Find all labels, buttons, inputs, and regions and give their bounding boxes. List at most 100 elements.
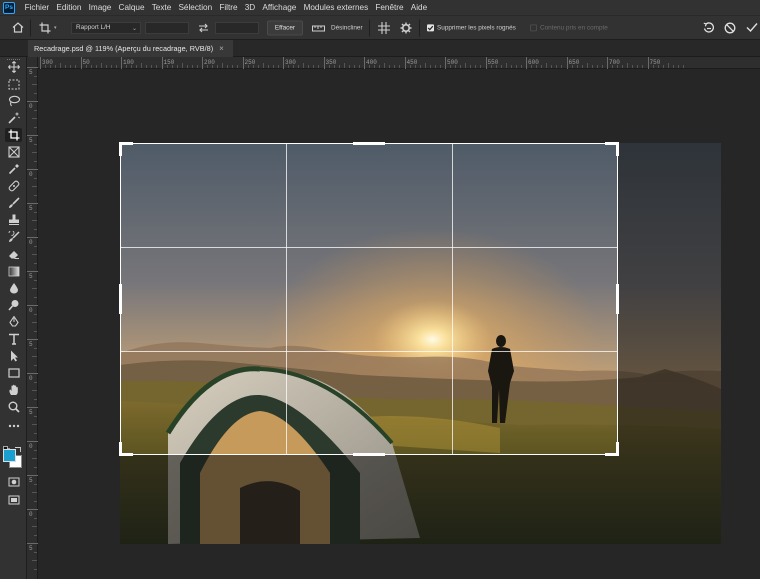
ruler-minor-tick [34, 415, 37, 417]
menu-fichier[interactable]: Fichier [21, 3, 53, 12]
crop-handle-top-left[interactable] [119, 142, 122, 156]
ruler-major-tick [27, 339, 38, 340]
swap-colors-icon[interactable] [14, 440, 22, 452]
ruler-minor-tick [672, 65, 674, 68]
crop-handle-bottom-left[interactable] [119, 442, 122, 456]
menu-modules-externes[interactable]: Modules externes [300, 3, 372, 12]
chevron-down-icon: ⌄ [131, 25, 137, 32]
ruler-tick-label: 600 [528, 59, 539, 66]
crop-handle-top-right[interactable] [616, 142, 619, 156]
crop-height-field[interactable] [215, 21, 259, 34]
commit-check-icon[interactable] [745, 21, 759, 35]
clear-button[interactable]: Effacer [267, 20, 303, 35]
ruler-minor-tick [32, 458, 37, 459]
eraser-tool-icon[interactable] [5, 247, 22, 261]
rectangle-tool-icon[interactable] [5, 366, 22, 380]
default-colors-icon[interactable] [3, 440, 11, 453]
menu-calque[interactable]: Calque [115, 3, 148, 12]
menu-aide[interactable]: Aide [407, 3, 431, 12]
menu-texte[interactable]: Texte [148, 3, 175, 12]
ratio-select[interactable]: Rapport L/H ⌄ [71, 21, 141, 34]
gradient-tool-icon[interactable] [5, 264, 22, 278]
menu-edition[interactable]: Edition [53, 3, 85, 12]
crop-preset-icon[interactable] [38, 21, 52, 35]
photoshop-logo[interactable]: Ps [3, 1, 15, 14]
ruler-minor-tick [186, 65, 188, 68]
hand-tool-icon[interactable] [5, 383, 22, 397]
history-brush-tool-icon[interactable] [5, 230, 22, 244]
ruler-minor-tick [34, 466, 37, 468]
crop-width-field[interactable] [145, 21, 189, 34]
straighten-label[interactable]: Désincliner [331, 24, 363, 31]
menu-image[interactable]: Image [85, 3, 115, 12]
crop-box[interactable] [119, 142, 619, 456]
magic-wand-tool-icon[interactable] [5, 111, 22, 125]
marquee-tool-icon[interactable] [5, 77, 22, 91]
ruler-minor-tick [617, 65, 619, 68]
foreground-color-swatch[interactable] [3, 449, 16, 462]
type-tool-icon[interactable] [5, 332, 22, 346]
menu-3d[interactable]: 3D [241, 3, 259, 12]
move-tool-icon[interactable] [5, 60, 22, 74]
menu-fenetre[interactable]: Fenêtre [372, 3, 407, 12]
zoom-tool-icon[interactable] [5, 400, 22, 414]
vertical-ruler[interactable]: 5 0 5 0 5 0 5 0 5 0 5 0 5 0 5 [27, 57, 38, 579]
ruler-tick-label: 100 [123, 59, 134, 66]
ruler-minor-tick [379, 65, 381, 68]
crop-tool-icon[interactable] [5, 128, 22, 142]
menu-filtre[interactable]: Filtre [216, 3, 241, 12]
ruler-major-tick [364, 57, 365, 69]
crop-handle-right[interactable] [616, 284, 619, 314]
swap-icon[interactable] [196, 21, 210, 35]
ruler-minor-tick [277, 65, 279, 68]
grid-overlay-icon[interactable] [377, 21, 391, 35]
ratio-select-value: Rapport L/H [76, 24, 111, 31]
path-selection-tool-icon[interactable] [5, 349, 22, 363]
cancel-icon[interactable] [723, 21, 737, 35]
ruler-major-tick [27, 135, 38, 136]
screen-mode-icon[interactable] [5, 493, 22, 507]
quick-mask-icon[interactable] [5, 475, 22, 489]
eyedropper-tool-icon[interactable] [5, 162, 22, 176]
gear-icon[interactable] [399, 21, 413, 35]
ruler-minor-tick [662, 65, 664, 68]
clone-stamp-tool-icon[interactable] [5, 213, 22, 227]
document-tab[interactable]: Recadrage.psd @ 119% (Aperçu du recadrag… [28, 40, 233, 57]
crop-handle-bottom-right[interactable] [616, 442, 619, 456]
ruler-minor-tick [495, 65, 497, 68]
crop-handle-top[interactable] [353, 142, 385, 145]
ruler-minor-tick [34, 500, 37, 502]
ruler-major-tick [526, 57, 527, 69]
frame-tool-icon[interactable] [5, 145, 22, 159]
ruler-minor-tick [34, 245, 37, 247]
healing-brush-tool-icon[interactable] [5, 179, 22, 193]
crop-handle-bottom[interactable] [353, 453, 385, 456]
home-icon[interactable] [11, 21, 25, 35]
dodge-tool-icon[interactable] [5, 298, 22, 312]
lasso-tool-icon[interactable] [5, 94, 22, 108]
ruler-tick-label: 0 [29, 239, 33, 246]
ruler-minor-tick [612, 65, 614, 68]
pen-tool-icon[interactable] [5, 315, 22, 329]
brush-tool-icon[interactable] [5, 196, 22, 210]
crop-handle-left[interactable] [119, 284, 122, 314]
document-canvas[interactable] [38, 70, 760, 579]
more-tools-icon[interactable] [5, 419, 22, 433]
ruler-minor-tick [32, 84, 37, 85]
ruler-minor-tick [237, 65, 239, 68]
close-icon[interactable]: × [219, 44, 224, 53]
ruler-minor-tick [247, 65, 249, 68]
ruler-minor-tick [65, 65, 67, 68]
delete-cropped-checkbox[interactable] [427, 23, 434, 31]
content-aware-checkbox[interactable] [530, 23, 537, 31]
chevron-down-icon[interactable]: ▾ [54, 25, 57, 31]
horizontal-ruler[interactable]: 300 50 100 150 200 250 300 350 400 450 500 550 600 65… [38, 57, 760, 69]
reset-icon[interactable] [702, 21, 716, 35]
menu-selection[interactable]: Sélection [175, 3, 216, 12]
straighten-icon[interactable] [311, 21, 325, 35]
ruler-tick-label: 5 [29, 477, 33, 484]
menu-affichage[interactable]: Affichage [259, 3, 300, 12]
ruler-major-tick [27, 203, 38, 204]
blur-tool-icon[interactable] [5, 281, 22, 295]
ruler-minor-tick [232, 65, 234, 68]
